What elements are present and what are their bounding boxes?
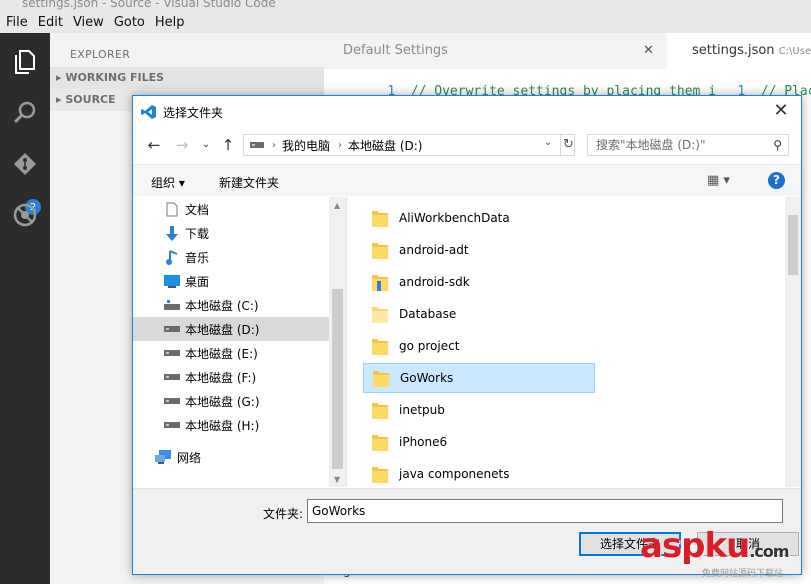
nav-item-drive-g[interactable]: 本地磁盘 (G:) — [133, 389, 329, 413]
scroll-down-icon[interactable]: ▼ — [334, 475, 340, 484]
folder-label: 文件夹: — [263, 507, 304, 521]
navigation-pane: 文档 下载 音乐 桌面 本地磁盘 (C:) 本地磁盘 (D:) 本地磁盘 (E:… — [133, 197, 347, 487]
folder-icon — [371, 272, 391, 292]
help-icon[interactable]: ? — [768, 172, 785, 189]
folder-item[interactable]: android-adt — [363, 235, 595, 265]
navigation-bar: ← → ⌄ ↑ › 我的电脑 › 本地磁盘 (D:) ⌄ ↻ 搜索"本地磁盘 (… — [133, 128, 801, 162]
explorer-title: EXPLORER — [70, 48, 131, 61]
folder-icon — [371, 304, 391, 324]
folder-list: AliWorkbenchData android-adt android-sdk… — [349, 197, 785, 487]
vscode-logo-icon — [141, 104, 157, 123]
network-icon — [155, 449, 173, 465]
drive-icon — [163, 297, 181, 313]
new-folder-button[interactable]: 新建文件夹 — [219, 174, 279, 191]
nav-item-desktop[interactable]: 桌面 — [133, 269, 329, 293]
folder-icon — [371, 464, 391, 484]
nav-item-drive-f[interactable]: 本地磁盘 (F:) — [133, 365, 329, 389]
folder-item[interactable]: java componenets — [363, 459, 595, 487]
organize-button[interactable]: 组织 ▾ — [151, 174, 185, 191]
menu-edit[interactable]: Edit — [38, 15, 63, 30]
nav-item-drive-h[interactable]: 本地磁盘 (H:) — [133, 413, 329, 437]
window-titlebar: settings.json - Source - Visual Studio C… — [0, 0, 811, 11]
drive-icon — [250, 138, 264, 152]
nav-scrollbar[interactable]: ▲ ▼ — [329, 197, 346, 487]
folder-icon — [372, 368, 392, 388]
menu-view[interactable]: View — [73, 15, 104, 30]
nav-item-downloads[interactable]: 下载 — [133, 221, 329, 245]
folder-item[interactable]: iPhone6 — [363, 427, 595, 457]
folder-icon — [371, 400, 391, 420]
nav-item-drive-d[interactable]: 本地磁盘 (D:) — [133, 317, 329, 341]
chevron-right-icon: ▸ — [56, 93, 66, 106]
drive-icon — [163, 369, 181, 385]
tab-settings-json[interactable]: settings.json C:\Users — [678, 33, 811, 69]
address-bar[interactable]: › 我的电脑 › 本地磁盘 (D:) ⌄ ↻ — [243, 134, 575, 156]
activity-bar: 2 — [0, 33, 50, 584]
chevron-down-icon[interactable]: ⌄ — [544, 137, 552, 148]
refresh-icon[interactable]: ↻ — [560, 135, 576, 155]
nav-item-documents[interactable]: 文档 — [133, 197, 329, 221]
folder-item[interactable]: AliWorkbenchData — [363, 203, 595, 233]
git-icon[interactable] — [10, 149, 40, 179]
menubar: File Edit View Goto Help — [0, 11, 811, 33]
forward-arrow-icon[interactable]: → — [173, 136, 191, 154]
tab-default-settings[interactable]: Default Settings ✕ — [324, 33, 667, 69]
folder-icon — [371, 208, 391, 228]
search-input[interactable]: 搜索"本地磁盘 (D:)" ⚲ — [587, 134, 789, 156]
close-icon[interactable]: ✕ — [643, 33, 654, 69]
chevron-right-icon: ▸ — [56, 71, 66, 84]
folder-icon — [371, 240, 391, 260]
dialog-toolbar: 组织 ▾ 新建文件夹 ▦ ▾ ? — [133, 164, 801, 196]
window-title: settings.json - Source - Visual Studio C… — [22, 0, 276, 10]
folder-item-selected[interactable]: GoWorks — [363, 363, 595, 393]
folder-name-input[interactable]: GoWorks — [307, 499, 783, 523]
documents-icon — [163, 201, 181, 217]
aspku-watermark-logo: aspku.com — [640, 526, 790, 566]
close-icon[interactable]: ✕ — [771, 101, 791, 121]
desktop-icon — [163, 273, 181, 289]
nav-item-music[interactable]: 音乐 — [133, 245, 329, 269]
dialog-title: 选择文件夹 — [163, 106, 224, 120]
select-folder-dialog: 选择文件夹 ✕ ← → ⌄ ↑ › 我的电脑 › 本地磁盘 (D:) ⌄ ↻ 搜… — [132, 95, 802, 575]
menu-file[interactable]: File — [6, 15, 28, 30]
download-icon — [163, 225, 181, 241]
folder-item[interactable]: Database — [363, 299, 595, 329]
drive-icon — [163, 345, 181, 361]
watermark-tagline: 免费网站源码下载站 — [702, 569, 784, 579]
search-icon: ⚲ — [773, 138, 782, 152]
up-arrow-icon[interactable]: ↑ — [219, 136, 237, 154]
scrollbar-thumb[interactable] — [332, 289, 343, 469]
folder-icon — [371, 336, 391, 356]
menu-goto[interactable]: Goto — [114, 15, 145, 30]
breadcrumb-my-computer[interactable]: 我的电脑 — [282, 137, 330, 154]
folder-item[interactable]: inetpub — [363, 395, 595, 425]
debug-icon[interactable] — [10, 200, 40, 230]
back-arrow-icon[interactable]: ← — [145, 136, 163, 154]
nav-item-drive-e[interactable]: 本地磁盘 (E:) — [133, 341, 329, 365]
search-icon[interactable] — [10, 97, 40, 127]
nav-item-network[interactable]: 网络 — [133, 445, 329, 469]
menu-help[interactable]: Help — [155, 15, 185, 30]
nav-item-drive-c[interactable]: 本地磁盘 (C:) — [133, 293, 329, 317]
drive-icon — [163, 417, 181, 433]
working-files-section[interactable]: ▸ WORKING FILES — [50, 67, 324, 89]
folder-item[interactable]: android-sdk — [363, 267, 595, 297]
drive-icon — [163, 393, 181, 409]
chevron-down-icon[interactable]: ⌄ — [197, 136, 215, 154]
breadcrumb-separator: › — [272, 139, 276, 151]
scrollbar-thumb[interactable] — [788, 215, 798, 275]
view-options-icon[interactable]: ▦ ▾ — [707, 173, 730, 188]
file-list-scrollbar[interactable] — [785, 197, 801, 487]
scroll-up-icon[interactable]: ▲ — [334, 201, 340, 210]
breadcrumb-drive-d[interactable]: 本地磁盘 (D:) — [348, 137, 422, 154]
breadcrumb-separator: › — [338, 139, 343, 151]
music-icon — [163, 249, 181, 265]
folder-icon — [371, 432, 391, 452]
dialog-titlebar: 选择文件夹 ✕ — [133, 96, 801, 128]
drive-icon — [163, 321, 181, 337]
folder-item[interactable]: go project — [363, 331, 595, 361]
explorer-icon[interactable] — [10, 47, 40, 77]
